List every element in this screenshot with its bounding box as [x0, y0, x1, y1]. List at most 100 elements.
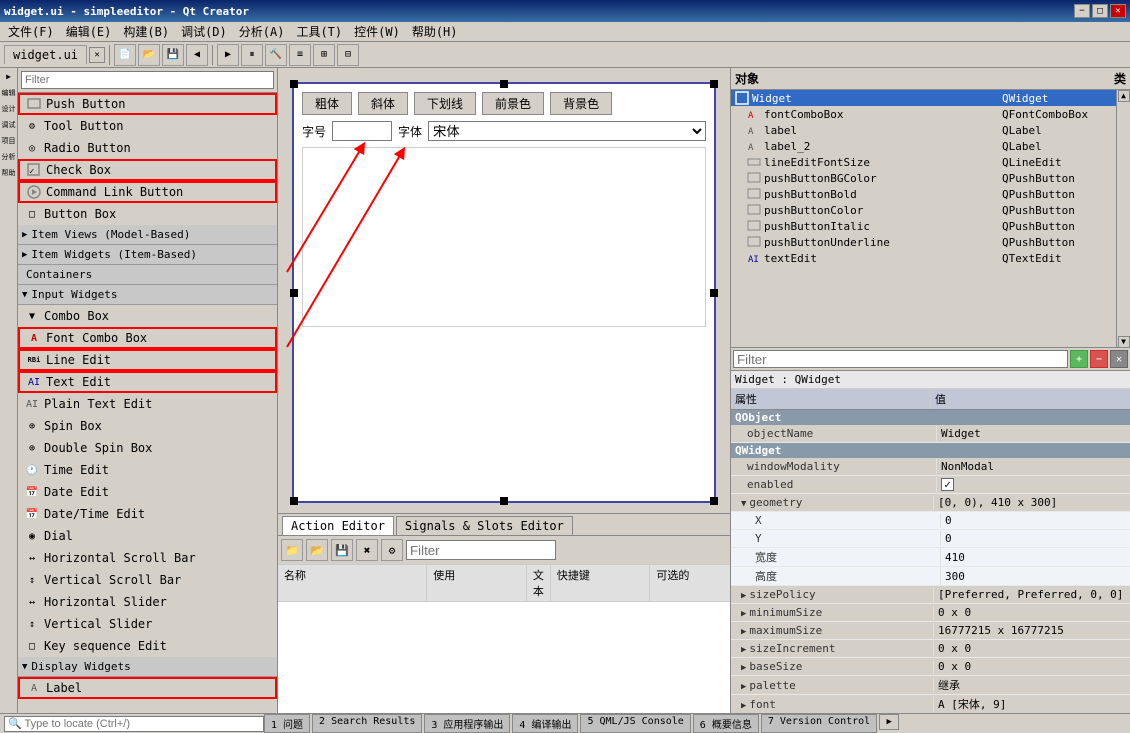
sidebar-item-spin-box[interactable]: ⊕ Spin Box — [18, 415, 277, 437]
status-tab-version[interactable]: 7 Version Control — [761, 714, 877, 733]
prop-value-x[interactable]: 0 — [941, 513, 1130, 528]
basesize-expand-icon[interactable]: ▶ — [741, 663, 746, 673]
toolbar-open[interactable]: 📂 — [138, 44, 160, 66]
action-delete-btn[interactable]: ✖ — [356, 539, 378, 561]
sizepolicy-expand-icon[interactable]: ▶ — [741, 591, 746, 601]
underline-button[interactable]: 下划线 — [414, 92, 476, 115]
font-expand-icon[interactable]: ▶ — [741, 701, 746, 711]
sidebar-item-radio-button[interactable]: ◎ Radio Button — [18, 137, 277, 159]
sidebar-item-push-button[interactable]: Push Button — [18, 93, 277, 115]
font-size-input[interactable] — [332, 121, 392, 141]
left-btn-1[interactable]: ▶ — [2, 72, 16, 86]
prop-filter-settings-btn[interactable]: ✕ — [1110, 350, 1128, 368]
menu-tools[interactable]: 工具(T) — [290, 21, 348, 42]
minsize-expand-icon[interactable]: ▶ — [741, 609, 746, 619]
status-tab-search[interactable]: 2 Search Results — [312, 714, 422, 733]
italic-button[interactable]: 斜体 — [358, 92, 408, 115]
sidebar-item-check-box[interactable]: ✓ Check Box — [18, 159, 277, 181]
geometry-expand-icon[interactable]: ▼ — [741, 499, 746, 509]
left-btn-debug[interactable]: 调试 — [2, 120, 16, 134]
tree-row-btn-color[interactable]: pushButtonColor QPushButton — [731, 202, 1116, 218]
font-select[interactable]: 宋体 — [428, 121, 706, 141]
status-tab-app-output[interactable]: 3 应用程序输出 — [424, 714, 510, 733]
action-filter-input[interactable] — [406, 540, 556, 560]
menu-edit[interactable]: 编辑(E) — [60, 21, 118, 42]
tree-row-label2[interactable]: A label_2 QLabel — [731, 138, 1116, 154]
minimize-button[interactable]: − — [1074, 4, 1090, 18]
sidebar-item-h-scroll-bar[interactable]: ↔ Horizontal Scroll Bar — [18, 547, 277, 569]
toolbar-run[interactable]: ▶ — [217, 44, 239, 66]
prop-value-y[interactable]: 0 — [941, 531, 1130, 546]
locate-input[interactable] — [4, 716, 264, 732]
prop-filter-input[interactable] — [733, 350, 1068, 368]
sidebar-filter-input[interactable] — [21, 71, 274, 89]
foreground-color-button[interactable]: 前景色 — [482, 92, 544, 115]
toolbar-step[interactable]: ⏸ — [241, 44, 263, 66]
toolbar-grid[interactable]: ⊞ — [313, 44, 335, 66]
sizeincrement-expand-icon[interactable]: ▶ — [741, 645, 746, 655]
toolbar-back[interactable]: ◀ — [186, 44, 208, 66]
tree-row-line-edit[interactable]: lineEditFontSize QLineEdit — [731, 154, 1116, 170]
menu-debug[interactable]: 调试(D) — [175, 21, 233, 42]
prop-filter-remove-btn[interactable]: − — [1090, 350, 1108, 368]
tree-row-btn-bold[interactable]: pushButtonBold QPushButton — [731, 186, 1116, 202]
toolbar-new[interactable]: 📄 — [114, 44, 136, 66]
sidebar-item-button-box[interactable]: □ Button Box — [18, 203, 277, 225]
sidebar-item-dial[interactable]: ◉ Dial — [18, 525, 277, 547]
bold-button[interactable]: 粗体 — [302, 92, 352, 115]
menu-controls[interactable]: 控件(W) — [348, 21, 406, 42]
toolbar-build[interactable]: 🔨 — [265, 44, 287, 66]
tree-row-btn-italic[interactable]: pushButtonItalic QPushButton — [731, 218, 1116, 234]
left-btn-analyze[interactable]: 分析 — [2, 152, 16, 166]
prop-value-width[interactable]: 410 — [941, 550, 1130, 565]
maxsize-expand-icon[interactable]: ▶ — [741, 627, 746, 637]
widget-canvas[interactable]: 粗体 斜体 下划线 前景色 背景色 字号 字体 宋体 — [292, 82, 716, 503]
resize-handle-tm[interactable] — [500, 80, 508, 88]
tree-row-btn-underline[interactable]: pushButtonUnderline QPushButton — [731, 234, 1116, 250]
status-tab-issues[interactable]: 1 问题 — [264, 714, 310, 733]
toolbar-save[interactable]: 💾 — [162, 44, 184, 66]
sidebar-item-tool-button[interactable]: ⚙ Tool Button — [18, 115, 277, 137]
action-settings-btn[interactable]: ⚙ — [381, 539, 403, 561]
tree-row-widget[interactable]: Widget QWidget — [731, 90, 1116, 106]
sidebar-item-key-seq-edit[interactable]: □ Key sequence Edit — [18, 635, 277, 657]
action-open-btn[interactable]: 📂 — [306, 539, 328, 561]
sidebar-item-date-edit[interactable]: 📅 Date Edit — [18, 481, 277, 503]
tab-signals-slots[interactable]: Signals & Slots Editor — [396, 516, 573, 535]
menu-build[interactable]: 构建(B) — [117, 21, 175, 42]
status-tab-compile[interactable]: 4 编译输出 — [512, 714, 578, 733]
tree-row-font-combo[interactable]: A fontComboBox QFontComboBox — [731, 106, 1116, 122]
resize-handle-tl[interactable] — [290, 80, 298, 88]
scroll-down-btn[interactable]: ▼ — [1118, 336, 1130, 348]
palette-expand-icon[interactable]: ▶ — [741, 682, 746, 692]
group-item-widgets[interactable]: ▶ Item Widgets (Item-Based) — [18, 245, 277, 265]
group-display-widgets[interactable]: ▼ Display Widgets — [18, 657, 277, 677]
group-item-views[interactable]: ▶ Item Views (Model-Based) — [18, 225, 277, 245]
resize-handle-bl[interactable] — [290, 497, 298, 505]
resize-handle-tr[interactable] — [710, 80, 718, 88]
sidebar-item-command-link-button[interactable]: Command Link Button — [18, 181, 277, 203]
sidebar-item-line-edit[interactable]: RBi Line Edit — [18, 349, 277, 371]
left-btn-help[interactable]: 帮助 — [2, 168, 16, 182]
menu-analyze[interactable]: 分析(A) — [233, 21, 291, 42]
tree-row-btn-bg[interactable]: pushButtonBGColor QPushButton — [731, 170, 1116, 186]
group-containers[interactable]: Containers — [18, 265, 277, 285]
action-new-btn[interactable]: 📁 — [281, 539, 303, 561]
prop-filter-add-btn[interactable]: + — [1070, 350, 1088, 368]
resize-handle-br[interactable] — [710, 497, 718, 505]
group-input-widgets[interactable]: ▼ Input Widgets — [18, 285, 277, 305]
prop-value-window-modality[interactable]: NonModal — [937, 459, 1130, 474]
prop-value-height[interactable]: 300 — [941, 569, 1130, 584]
object-scrollbar[interactable]: ▲ ▼ — [1116, 90, 1130, 348]
tree-row-text-edit[interactable]: AI textEdit QTextEdit — [731, 250, 1116, 266]
close-tab-button[interactable]: ✕ — [89, 47, 105, 63]
left-btn-edit[interactable]: 编辑 — [2, 88, 16, 102]
tab-action-editor[interactable]: Action Editor — [282, 516, 394, 535]
resize-handle-mr[interactable] — [710, 289, 718, 297]
background-color-button[interactable]: 背景色 — [550, 92, 612, 115]
menu-file[interactable]: 文件(F) — [2, 21, 60, 42]
toolbar-form[interactable]: ⊟ — [337, 44, 359, 66]
tab-widget-ui[interactable]: widget.ui — [4, 45, 87, 64]
sidebar-item-datetime-edit[interactable]: 📅 Date/Time Edit — [18, 503, 277, 525]
scroll-up-btn[interactable]: ▲ — [1118, 90, 1130, 102]
